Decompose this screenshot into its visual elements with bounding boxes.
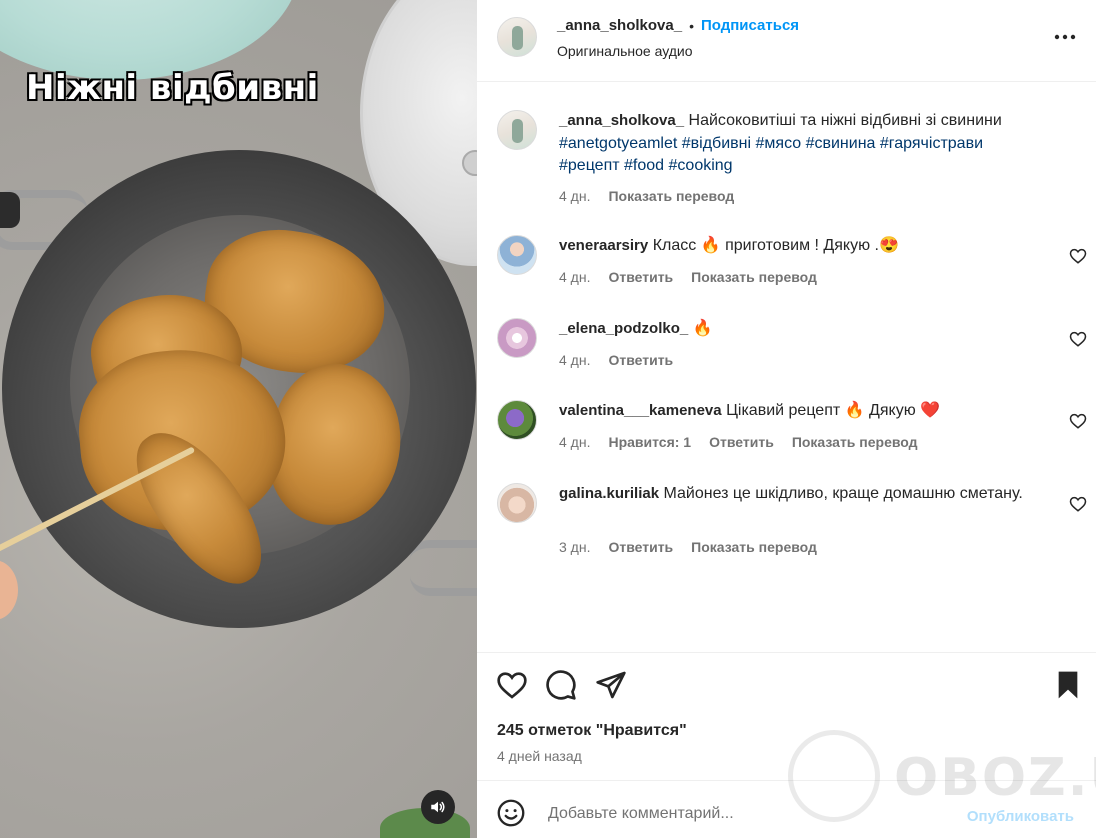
caption-text-block: _anna_sholkova_ Найсоковитіші та ніжні в… [559,110,1029,178]
post-side-panel: _anna_sholkova_ • Подписаться Оригинальн… [477,0,1096,838]
commenter-avatar[interactable] [497,235,537,275]
hashtag-link[interactable]: #мясо [756,135,802,152]
comment-meta: 3 дн. Ответить Показать перевод [559,539,817,555]
comment-text: Цікавий рецепт 🔥 Дякую ❤️ [726,402,941,419]
comment-text-block: _elena_podzolko_ 🔥 [559,318,1029,341]
comment-meta: 4 дн. Ответить Показать перевод [559,269,817,285]
comment-text: Майонез це шкідливо, краще домашню смета… [663,485,1023,502]
audio-link[interactable]: Оригинальное аудио [557,43,693,59]
post-actions: 245 отметок "Нравится" 4 дней назад [477,652,1096,781]
hashtag-link[interactable]: #cooking [669,157,733,174]
header-separator: • [689,17,694,34]
hashtag-link[interactable]: #гарячістрави [880,135,983,152]
publish-button[interactable]: Опубликовать [961,807,1080,826]
hashtag-link[interactable]: #food [624,157,664,174]
reply-button[interactable]: Ответить [709,434,774,450]
reply-button[interactable]: Ответить [608,269,673,285]
comment-text-block: veneraarsiry Класс 🔥 приготовим ! Дякую … [559,235,1029,258]
pot-handle-grip [0,192,20,228]
post-date[interactable]: 4 дней назад [497,748,582,764]
comment-time[interactable]: 4 дн. [559,352,590,368]
pot-handle-right [410,540,477,596]
comment-time[interactable]: 4 дн. [559,269,590,285]
commenter-avatar[interactable] [497,400,537,440]
author-avatar[interactable] [497,17,537,57]
comment-like-icon[interactable] [1069,247,1087,265]
heart-icon[interactable] [496,669,528,701]
comments-section[interactable]: _anna_sholkova_ Найсоковитіші та ніжні в… [477,82,1096,652]
comment-meta: 4 дн. Нравится: 1 Ответить Показать пере… [559,434,918,450]
comment-likes-count[interactable]: Нравится: 1 [608,434,691,450]
follow-button[interactable]: Подписаться [701,17,799,34]
video-overlay-title: Ніжні відбивні [26,68,319,108]
author-avatar[interactable] [497,110,537,150]
comment-input[interactable] [546,799,950,829]
comment-like-icon[interactable] [1069,412,1087,430]
commenter-avatar[interactable] [497,483,537,523]
likes-count[interactable]: 245 отметок "Нравится" [497,722,687,740]
reply-button[interactable]: Ответить [608,352,673,368]
comment-time[interactable]: 3 дн. [559,539,590,555]
hashtag-link[interactable]: #свинина [806,135,876,152]
comment-time[interactable]: 4 дн. [559,434,590,450]
hashtag-link[interactable]: #anetgotyeamlet [559,135,677,152]
hand-image [0,560,18,620]
translate-button[interactable]: Показать перевод [691,269,817,285]
caption-time[interactable]: 4 дн. [559,188,590,204]
comment-text-block: galina.kuriliak Майонез це шкідливо, кра… [559,483,1029,506]
speaker-icon [431,801,445,813]
caption-username[interactable]: _anna_sholkova_ [559,112,684,129]
more-options-button[interactable] [1054,30,1076,42]
hashtag-link[interactable]: #відбивні [682,135,751,152]
emoji-icon[interactable] [497,799,525,827]
sound-toggle-button[interactable] [421,790,455,824]
comment-username[interactable]: galina.kuriliak [559,485,659,502]
hashtag-link[interactable]: #рецепт [559,157,620,174]
caption-meta: 4 дн. Показать перевод [559,188,734,204]
comment-composer: Опубликовать [477,780,1096,839]
translate-button[interactable]: Показать перевод [608,188,734,204]
more-icon [1054,34,1076,40]
comment-like-icon[interactable] [1069,495,1087,513]
translate-button[interactable]: Показать перевод [691,539,817,555]
caption-text: Найсоковитіші та ніжні відбивні зі свини… [688,112,1002,129]
comment-username[interactable]: veneraarsiry [559,237,648,254]
translate-button[interactable]: Показать перевод [792,434,918,450]
comment-meta: 4 дн. Ответить [559,352,673,368]
reply-button[interactable]: Ответить [608,539,673,555]
commenter-avatar[interactable] [497,318,537,358]
bookmark-icon[interactable] [1052,669,1084,701]
comment-username[interactable]: valentina___kameneva [559,402,722,419]
comment-username[interactable]: _elena_podzolko_ [559,320,688,337]
comment-text: 🔥 [692,320,713,337]
author-username[interactable]: _anna_sholkova_ [557,17,682,34]
post-video[interactable]: Ніжні відбивні [0,0,477,838]
share-icon[interactable] [595,669,627,701]
comment-icon[interactable] [545,669,577,701]
post-header: _anna_sholkova_ • Подписаться Оригинальн… [477,0,1096,82]
comment-text: Класс 🔥 приготовим ! Дякую .😍 [652,237,899,254]
comment-like-icon[interactable] [1069,330,1087,348]
comment-text-block: valentina___kameneva Цікавий рецепт 🔥 Дя… [559,400,1029,423]
